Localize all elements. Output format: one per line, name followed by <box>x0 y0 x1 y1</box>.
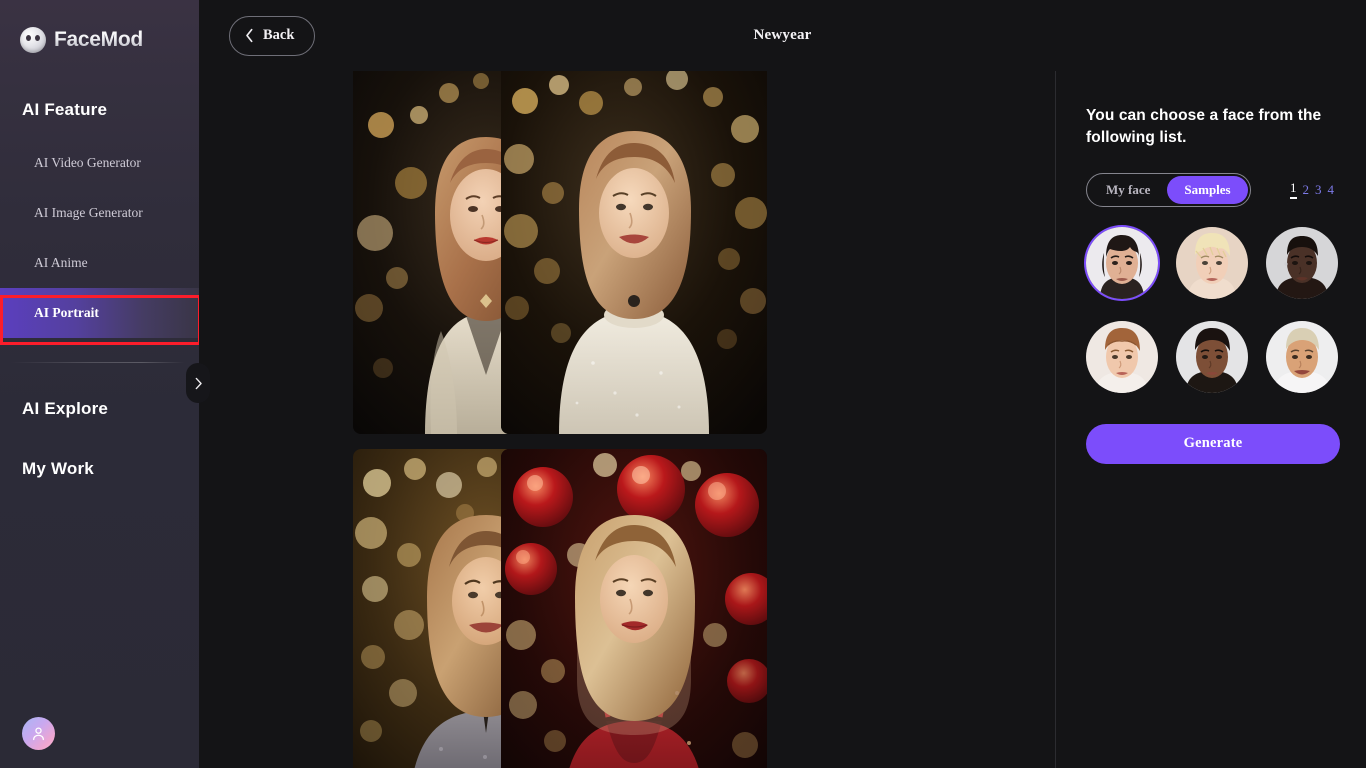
pagination-page-3[interactable]: 3 <box>1315 182 1322 197</box>
chevron-left-icon <box>246 28 253 43</box>
sample-face-2[interactable] <box>1176 226 1248 299</box>
sidebar-item-label: AI Image Generator <box>34 205 143 220</box>
sidebar-item-ai-anime[interactable]: AI Anime <box>0 238 199 288</box>
pagination-page-1[interactable]: 1 <box>1290 181 1297 199</box>
avatar[interactable] <box>22 717 55 750</box>
sample-face-5[interactable] <box>1176 320 1248 393</box>
pagination-page-4[interactable]: 4 <box>1328 182 1335 197</box>
faces-pagination: 1 2 3 4 <box>1290 181 1335 199</box>
sidebar-item-label: AI Portrait <box>34 305 99 320</box>
sidebar-group-my-work[interactable]: My Work <box>0 459 199 479</box>
sample-face-4[interactable] <box>1086 320 1158 393</box>
sidebar-item-ai-video-generator[interactable]: AI Video Generator <box>0 138 199 188</box>
back-button[interactable]: Back <box>229 15 316 56</box>
app-logo[interactable]: FaceMod <box>0 0 199 58</box>
pagination-page-2[interactable]: 2 <box>1303 182 1310 197</box>
sidebar-nav-ai-feature: AI Video Generator AI Image Generator AI… <box>0 138 199 338</box>
tab-my-face[interactable]: My face <box>1089 176 1167 204</box>
sidebar-item-label: AI Video Generator <box>34 155 141 170</box>
content-row: You can choose a face from the following… <box>199 71 1366 768</box>
face-source-segmented-control: My face Samples <box>1086 172 1251 207</box>
chevron-right-icon <box>195 377 202 389</box>
face-thumbnail <box>1086 226 1158 299</box>
sidebar-collapse-toggle[interactable] <box>186 363 210 403</box>
sidebar-group-ai-explore[interactable]: AI Explore <box>0 399 199 419</box>
face-thumbnail <box>1176 226 1248 299</box>
panel-heading: You can choose a face from the following… <box>1086 107 1322 147</box>
sample-face-1[interactable] <box>1086 226 1158 299</box>
gallery-card[interactable] <box>501 449 767 768</box>
face-thumbnail <box>1176 320 1248 393</box>
generate-button[interactable]: Generate <box>1086 423 1340 464</box>
sidebar: FaceMod AI Feature AI Video Generator AI… <box>0 0 199 768</box>
gallery-card[interactable] <box>501 71 767 434</box>
sidebar-item-label: AI Anime <box>34 255 88 270</box>
app-root: FaceMod AI Feature AI Video Generator AI… <box>0 0 1366 768</box>
main-area: Back Newyear You can choose a face from … <box>199 0 1366 768</box>
panel-tabs-row: My face Samples 1 2 3 4 <box>1086 172 1342 207</box>
face-thumbnail <box>1266 226 1338 299</box>
topbar: Back Newyear <box>199 0 1366 71</box>
gallery-panel <box>199 71 1055 768</box>
face-thumbnail <box>1266 320 1338 393</box>
tab-samples[interactable]: Samples <box>1167 175 1248 204</box>
result-gallery <box>353 71 903 768</box>
sidebar-group-ai-feature: AI Feature <box>22 100 108 119</box>
facemod-logo-icon <box>20 27 46 53</box>
back-button-label: Back <box>263 27 295 43</box>
portrait-image-2 <box>501 71 767 434</box>
sidebar-divider <box>10 362 185 363</box>
app-logo-text: FaceMod <box>54 28 143 51</box>
page-title: Newyear <box>753 27 812 43</box>
face-selection-panel: You can choose a face from the following… <box>1055 71 1366 768</box>
sidebar-item-ai-image-generator[interactable]: AI Image Generator <box>0 188 199 238</box>
sample-face-6[interactable] <box>1266 320 1338 393</box>
sample-faces-grid <box>1086 226 1342 393</box>
sidebar-item-ai-portrait[interactable]: AI Portrait <box>0 288 199 338</box>
user-icon <box>33 727 44 741</box>
face-thumbnail <box>1086 320 1158 393</box>
sample-face-3[interactable] <box>1266 226 1338 299</box>
portrait-image-4 <box>501 449 767 768</box>
